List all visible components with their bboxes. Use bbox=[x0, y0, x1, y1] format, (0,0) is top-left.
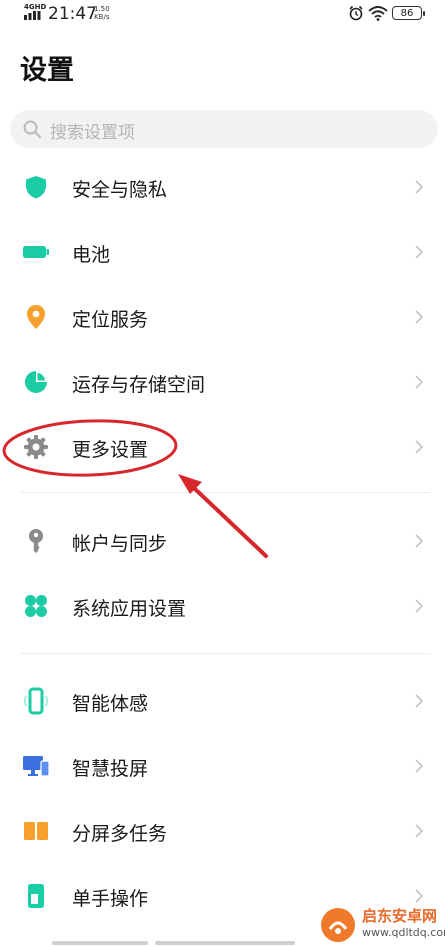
item-label: 智慧投屏 bbox=[72, 758, 149, 780]
item-label: 单手操作 bbox=[72, 888, 149, 910]
chevron-right-icon bbox=[415, 824, 424, 838]
speed-value: 1.50 bbox=[94, 5, 110, 13]
battery-icon bbox=[23, 246, 49, 258]
chevron-right-icon bbox=[415, 180, 424, 194]
chevron-right-icon bbox=[415, 440, 424, 454]
item-label: 电池 bbox=[72, 244, 111, 266]
page-title: 设置 bbox=[20, 55, 74, 86]
settings-item-smart-motion[interactable]: 智能体感 bbox=[0, 669, 445, 733]
battery-indicator: 86 bbox=[392, 6, 425, 20]
scroll-bar-segment bbox=[155, 941, 295, 945]
chevron-right-icon bbox=[415, 245, 424, 259]
settings-item-security-privacy[interactable]: 安全与隐私 bbox=[0, 155, 445, 219]
item-label: 运存与存储空间 bbox=[72, 374, 206, 396]
watermark: 启东安卓网 www.qdltdq.com bbox=[318, 905, 445, 945]
item-label: 系统应用设置 bbox=[72, 598, 187, 620]
key-icon bbox=[29, 529, 43, 553]
settings-item-battery[interactable]: 电池 bbox=[0, 220, 445, 284]
location-pin-icon bbox=[27, 305, 45, 329]
phone-motion-icon bbox=[24, 687, 48, 715]
search-icon bbox=[23, 120, 42, 139]
chevron-right-icon bbox=[415, 310, 424, 324]
chevron-right-icon bbox=[415, 375, 424, 389]
settings-item-more-settings[interactable]: 更多设置 bbox=[0, 415, 445, 479]
watermark-name: 启东安卓网 bbox=[362, 907, 438, 925]
scroll-bar-segment bbox=[52, 941, 148, 945]
chevron-right-icon bbox=[415, 694, 424, 708]
clock: 21:47 bbox=[48, 4, 97, 24]
chevron-right-icon bbox=[415, 599, 424, 613]
split-screen-icon bbox=[24, 822, 48, 840]
speed-unit: KB/s bbox=[94, 13, 110, 21]
clover-icon bbox=[25, 595, 47, 617]
settings-item-split-screen[interactable]: 分屏多任务 bbox=[0, 799, 445, 863]
settings-item-screen-cast[interactable]: 智慧投屏 bbox=[0, 734, 445, 798]
alarm-icon bbox=[349, 5, 363, 21]
search-placeholder: 搜索设置项 bbox=[50, 123, 135, 143]
item-label: 安全与隐私 bbox=[72, 179, 168, 201]
settings-item-system-apps[interactable]: 系统应用设置 bbox=[0, 574, 445, 638]
item-label: 更多设置 bbox=[72, 439, 149, 461]
item-label: 分屏多任务 bbox=[72, 823, 168, 845]
chevron-right-icon bbox=[415, 534, 424, 548]
gear-icon bbox=[24, 435, 48, 459]
status-bar: 4GHD 21:47 1.50 KB/s 86 bbox=[0, 0, 445, 30]
settings-item-storage[interactable]: 运存与存储空间 bbox=[0, 350, 445, 414]
watermark-logo-icon bbox=[321, 908, 355, 942]
search-input[interactable]: 搜索设置项 bbox=[10, 110, 438, 148]
one-hand-icon bbox=[28, 884, 44, 908]
item-label: 定位服务 bbox=[72, 309, 149, 331]
cast-screen-icon bbox=[23, 756, 50, 777]
pie-chart-icon bbox=[25, 371, 47, 393]
item-label: 智能体感 bbox=[72, 693, 149, 715]
wifi-icon bbox=[368, 6, 388, 21]
network-speed: 1.50 KB/s bbox=[94, 5, 110, 21]
chevron-right-icon bbox=[415, 889, 424, 903]
section-divider bbox=[20, 653, 430, 654]
chevron-right-icon bbox=[415, 759, 424, 773]
signal-icon bbox=[24, 11, 41, 20]
settings-item-location[interactable]: 定位服务 bbox=[0, 285, 445, 349]
section-divider bbox=[20, 492, 430, 493]
watermark-url: www.qdltdq.com bbox=[362, 926, 445, 939]
shield-icon bbox=[26, 176, 46, 199]
settings-item-accounts-sync[interactable]: 帐户与同步 bbox=[0, 509, 445, 573]
item-label: 帐户与同步 bbox=[72, 533, 168, 555]
